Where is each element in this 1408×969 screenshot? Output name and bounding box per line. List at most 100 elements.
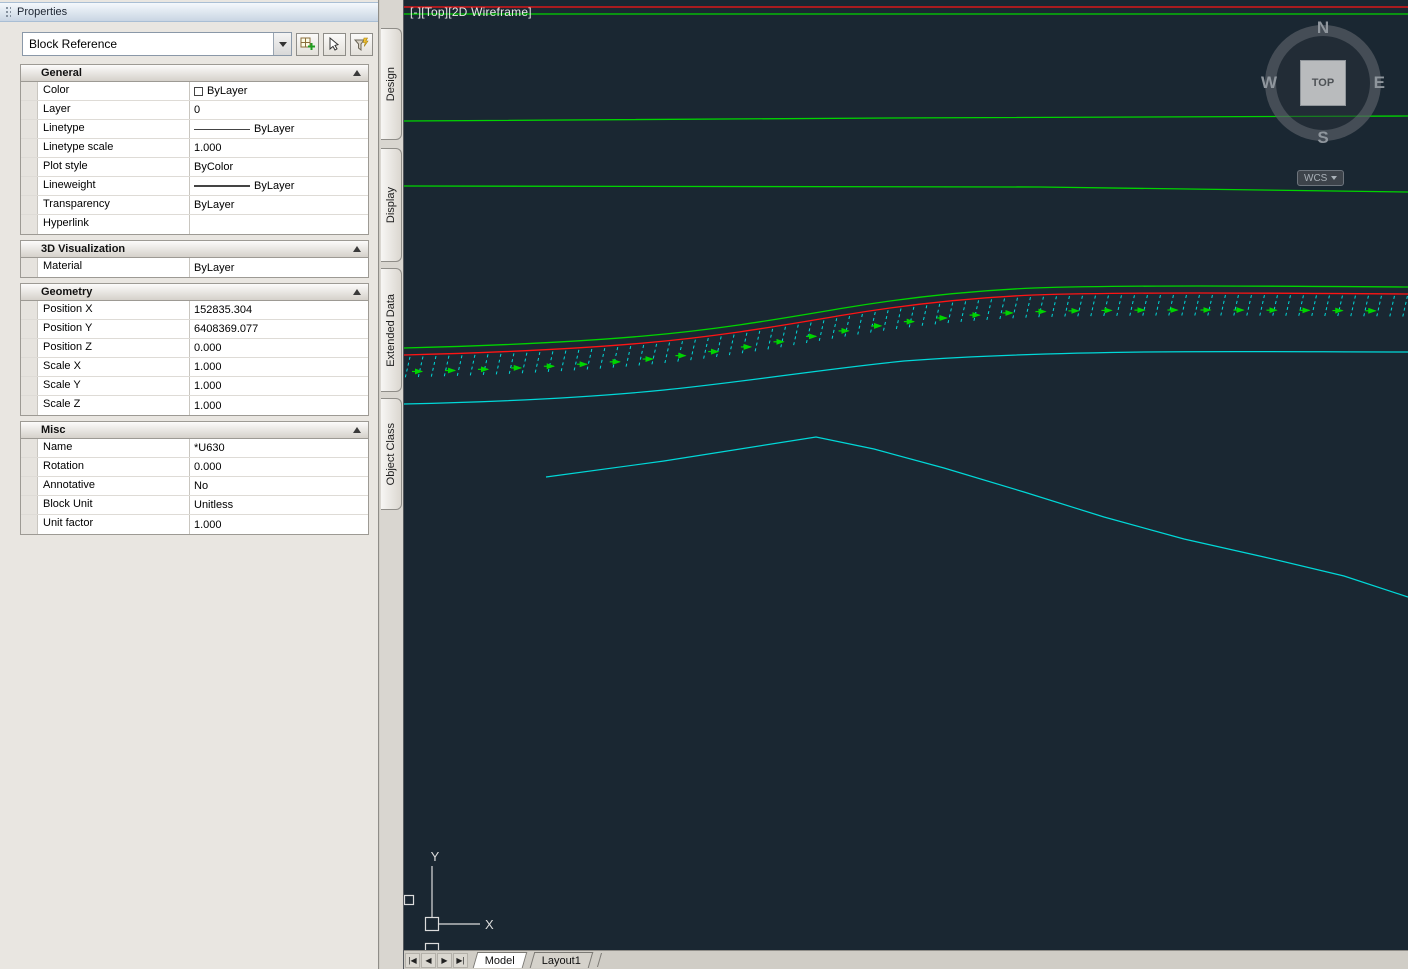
layout1-tab[interactable]: Layout1 — [529, 952, 594, 968]
property-label: Hyperlink — [38, 215, 190, 234]
green-boundary-line-2[interactable] — [404, 115, 1408, 122]
row-layer: Layer 0 — [21, 101, 368, 120]
property-value[interactable]: ByLayer — [190, 82, 368, 100]
section-header-misc[interactable]: Misc — [21, 422, 368, 439]
property-value[interactable] — [190, 215, 368, 234]
prev-tab-button[interactable]: ◀ — [421, 952, 436, 968]
property-value[interactable]: ByLayer — [190, 120, 368, 138]
cyan-contour-line-upper[interactable] — [404, 350, 1408, 405]
drawing-canvas[interactable]: Y X — [404, 0, 1408, 950]
property-value[interactable]: 0 — [190, 101, 368, 119]
ucs-y-label: Y — [431, 849, 440, 864]
collapse-icon[interactable] — [353, 246, 361, 252]
color-swatch-icon — [194, 86, 203, 96]
pickadd-icon — [300, 37, 315, 50]
cursor-icon — [329, 36, 340, 51]
property-label: Layer — [38, 101, 190, 119]
property-label: Position Z — [38, 339, 190, 357]
row-position-z: Position Z 0.000 — [21, 339, 368, 358]
palette-titlebar[interactable]: Properties — [0, 2, 378, 22]
collapse-icon[interactable] — [353, 70, 361, 76]
row-name: Name *U630 — [21, 439, 368, 458]
property-label: Scale Y — [38, 377, 190, 395]
viewcube-west[interactable]: W — [1261, 73, 1277, 93]
tab-display[interactable]: Display — [381, 148, 402, 262]
property-value[interactable]: 1.000 — [190, 515, 368, 534]
property-value[interactable]: 0.000 — [190, 339, 368, 357]
collapse-icon[interactable] — [353, 289, 361, 295]
palette-grip-icon[interactable] — [5, 5, 11, 19]
palette-tabstrip: Design Display Extended Data Object Clas… — [380, 0, 404, 969]
layout-tabbar: |◀ ◀ ▶ ▶| Model Layout1 — [404, 950, 1408, 969]
property-value[interactable]: ByLayer — [190, 196, 368, 214]
property-label: Color — [38, 82, 190, 100]
row-scale-y: Scale Y 1.000 — [21, 377, 368, 396]
property-value[interactable]: *U630 — [190, 439, 368, 457]
dropdown-arrow-icon[interactable] — [273, 33, 291, 55]
pickadd-toggle-button[interactable] — [296, 32, 319, 56]
viewcube-north[interactable]: N — [1260, 18, 1386, 38]
tab-object-class[interactable]: Object Class — [381, 398, 402, 510]
road-edge-green-line[interactable] — [404, 285, 1408, 349]
property-label: Transparency — [38, 196, 190, 214]
property-value[interactable]: ByLayer — [190, 258, 368, 277]
viewport-controls[interactable]: [-][Top][2D Wireframe] — [410, 5, 532, 19]
row-position-y: Position Y 6408369.077 — [21, 320, 368, 339]
model-tab[interactable]: Model — [472, 952, 528, 968]
row-scale-x: Scale X 1.000 — [21, 358, 368, 377]
property-value[interactable]: ByColor — [190, 158, 368, 176]
drawing-viewport[interactable]: Y X [-][Top][2D Wireframe] N S W E TOP W… — [404, 0, 1408, 950]
next-tab-button[interactable]: ▶ — [437, 952, 452, 968]
property-value[interactable]: No — [190, 477, 368, 495]
property-label: Position Y — [38, 320, 190, 338]
wcs-menu[interactable]: WCS — [1297, 170, 1345, 186]
property-label: Unit factor — [38, 515, 190, 534]
property-value[interactable]: 6408369.077 — [190, 320, 368, 338]
select-objects-button[interactable] — [323, 32, 346, 56]
section-general: General Color ByLayer Layer 0 Linetype B… — [20, 64, 369, 235]
property-value[interactable]: 1.000 — [190, 396, 368, 415]
road-edge-red-line[interactable] — [404, 292, 1408, 356]
property-value[interactable]: Unitless — [190, 496, 368, 514]
green-boundary-line-3[interactable] — [404, 185, 1408, 193]
property-label: Linetype scale — [38, 139, 190, 157]
viewcube[interactable]: N S W E TOP — [1260, 18, 1386, 148]
viewcube-east[interactable]: E — [1374, 73, 1385, 93]
property-value[interactable]: 1.000 — [190, 377, 368, 395]
grip-square[interactable] — [404, 894, 415, 906]
collapse-icon[interactable] — [353, 427, 361, 433]
property-label: Plot style — [38, 158, 190, 176]
row-position-x: Position X 152835.304 — [21, 301, 368, 320]
row-block-unit: Block Unit Unitless — [21, 496, 368, 515]
section-header-3d-visualization[interactable]: 3D Visualization — [21, 241, 368, 258]
viewcube-south[interactable]: S — [1260, 128, 1386, 148]
last-tab-button[interactable]: ▶| — [453, 952, 468, 968]
object-type-dropdown[interactable]: Block Reference — [22, 32, 292, 56]
section-header-general[interactable]: General — [21, 65, 368, 82]
row-annotative: Annotative No — [21, 477, 368, 496]
slope-hatch-ticks[interactable] — [404, 294, 1408, 379]
property-value[interactable]: 0.000 — [190, 458, 368, 476]
first-tab-button[interactable]: |◀ — [405, 952, 420, 968]
property-value[interactable]: 152835.304 — [190, 301, 368, 319]
row-plot-style: Plot style ByColor — [21, 158, 368, 177]
property-label: Scale X — [38, 358, 190, 376]
property-label: Rotation — [38, 458, 190, 476]
row-transparency: Transparency ByLayer — [21, 196, 368, 215]
quick-select-button[interactable] — [350, 32, 373, 56]
tab-divider — [597, 953, 603, 967]
row-scale-z: Scale Z 1.000 — [21, 396, 368, 415]
property-value[interactable]: 1.000 — [190, 139, 368, 157]
ucs-icon: Y X — [404, 849, 494, 950]
property-sections: General Color ByLayer Layer 0 Linetype B… — [20, 64, 369, 540]
property-value[interactable]: 1.000 — [190, 358, 368, 376]
tab-extended-data[interactable]: Extended Data — [381, 268, 402, 392]
property-label: Block Unit — [38, 496, 190, 514]
tab-design[interactable]: Design — [381, 28, 402, 140]
viewcube-top-face[interactable]: TOP — [1300, 60, 1346, 106]
section-header-geometry[interactable]: Geometry — [21, 284, 368, 301]
property-value[interactable]: ByLayer — [190, 177, 368, 195]
cyan-contour-line-lower[interactable] — [545, 436, 1408, 598]
object-type-value: Block Reference — [29, 37, 118, 51]
row-color: Color ByLayer — [21, 82, 368, 101]
